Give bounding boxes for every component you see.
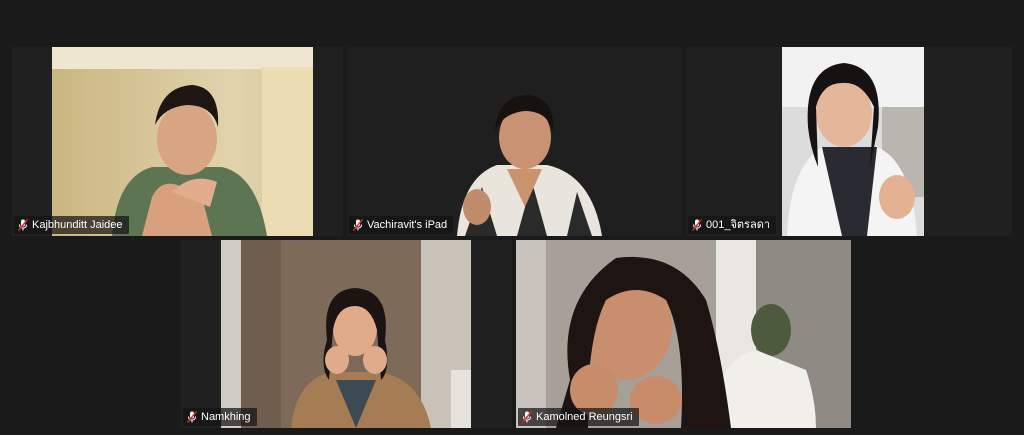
participant-nameplate: 001_จิตรลดา bbox=[688, 216, 777, 234]
participant-tile-001[interactable]: 001_จิตรลดา bbox=[686, 47, 1012, 236]
participant-name: Namkhing bbox=[201, 411, 251, 423]
video-feed bbox=[52, 47, 313, 236]
mic-muted-icon bbox=[522, 411, 532, 423]
video-feed bbox=[782, 47, 924, 236]
participant-name: Kajbhunditt Jaidee bbox=[32, 219, 123, 231]
video-feed bbox=[516, 240, 851, 428]
mic-muted-icon bbox=[18, 219, 28, 231]
participant-name: Vachiravit's iPad bbox=[367, 219, 448, 231]
participant-tile-kamolned[interactable]: Kamolned Reungsri bbox=[516, 240, 851, 428]
participant-nameplate: Vachiravit's iPad bbox=[349, 216, 454, 234]
video-feed bbox=[221, 240, 471, 428]
mic-muted-icon bbox=[692, 219, 702, 231]
participant-tile-vachiravit[interactable]: Vachiravit's iPad bbox=[347, 47, 682, 236]
participant-tile-namkhing[interactable]: Namkhing bbox=[181, 240, 512, 428]
participant-nameplate: Kamolned Reungsri bbox=[518, 408, 639, 426]
participant-tile-kajbhunditt[interactable]: Kajbhunditt Jaidee bbox=[12, 47, 343, 236]
video-feed bbox=[347, 47, 682, 236]
mic-muted-icon bbox=[187, 411, 197, 423]
participant-name: Kamolned Reungsri bbox=[536, 411, 633, 423]
participant-nameplate: Namkhing bbox=[183, 408, 257, 426]
participant-name: 001_จิตรลดา bbox=[706, 219, 771, 231]
mic-muted-icon bbox=[353, 219, 363, 231]
zoom-gallery-view: Kajbhunditt Jaidee Vachiravit's iPad 001… bbox=[0, 0, 1024, 435]
participant-nameplate: Kajbhunditt Jaidee bbox=[14, 216, 129, 234]
